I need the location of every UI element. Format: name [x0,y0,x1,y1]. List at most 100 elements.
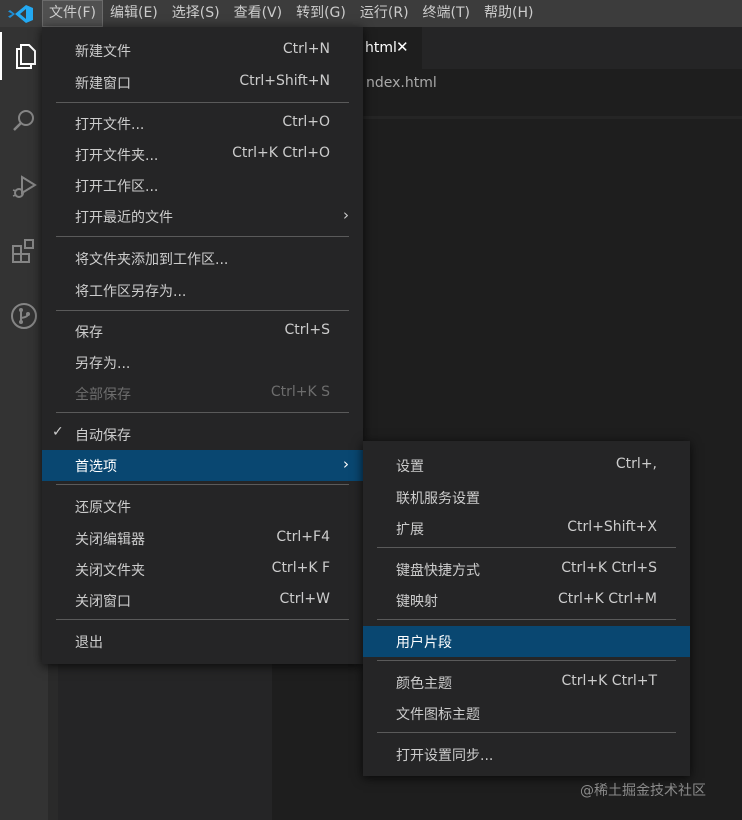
menu-item-label: 将文件夹添加到工作区... [75,252,229,268]
menu-item-open-recent[interactable]: 打开最近的文件 › [42,201,363,232]
menu-item-label: 自动保存 [75,428,131,444]
vscode-logo-icon [8,5,33,23]
menu-terminal[interactable]: 终端(T) [416,0,477,27]
close-icon[interactable]: ✕ [396,38,409,56]
breadcrumb-file[interactable]: ndex.html [366,75,437,91]
source-control-icon [11,303,37,329]
chevron-right-icon: › [343,206,349,224]
menu-item-label: 保存 [75,325,103,341]
menu-item-label: 关闭文件夹 [75,563,145,579]
menu-item-label: 设置 [396,459,424,475]
menu-item-label: 打开最近的文件 [75,210,173,226]
menu-item-shortcut: Ctrl+O [282,114,330,130]
source-control-button[interactable] [0,292,48,340]
menu-item-shortcut: Ctrl+W [279,591,330,607]
menu-item-settings-sync[interactable]: 打开设置同步... [363,739,690,770]
menu-go[interactable]: 转到(G) [289,0,353,27]
menu-item-exit[interactable]: 退出 [42,626,363,657]
menu-view[interactable]: 查看(V) [227,0,290,27]
menu-separator [377,619,676,620]
check-icon: ✓ [52,424,64,440]
menu-item-add-folder-to-workspace[interactable]: 将文件夹添加到工作区... [42,243,363,274]
menu-item-file-icon-theme[interactable]: 文件图标主题 [363,698,690,729]
menu-separator [377,732,676,733]
menu-item-label: 打开文件... [75,117,145,133]
menu-item-shortcut: Ctrl+K Ctrl+O [232,145,330,161]
menu-item-shortcut: Ctrl+F4 [276,529,330,545]
menu-item-keyboard-shortcuts[interactable]: 键盘快捷方式 Ctrl+K Ctrl+S [363,554,690,585]
menu-item-label: 联机服务设置 [396,491,480,507]
menu-item-label: 用户片段 [396,635,452,651]
menu-item-shortcut: Ctrl+K S [270,384,330,400]
menu-separator [56,484,349,485]
menu-item-label: 首选项 [75,459,117,475]
menu-item-settings[interactable]: 设置 Ctrl+, [363,450,690,481]
menu-item-extensions[interactable]: 扩展 Ctrl+Shift+X [363,513,690,544]
menu-item-label: 另存为... [75,356,131,372]
menu-separator [56,236,349,237]
search-icon [13,110,34,131]
menu-bar: 文件(F) 编辑(E) 选择(S) 查看(V) 转到(G) 运行(R) 终端(T… [0,0,742,27]
search-button[interactable] [0,97,48,145]
menu-item-label: 键盘快捷方式 [396,563,480,579]
files-icon [16,44,36,69]
preferences-submenu: 设置 Ctrl+, 联机服务设置 扩展 Ctrl+Shift+X 键盘快捷方式 … [363,441,690,776]
menu-item-shortcut: Ctrl+K Ctrl+T [561,673,657,689]
menu-item-shortcut: Ctrl+K Ctrl+S [561,560,657,576]
menu-item-shortcut: Ctrl+S [284,322,330,338]
extensions-button[interactable] [0,227,48,275]
menu-item-label: 将工作区另存为... [75,284,187,300]
menu-item-close-folder[interactable]: 关闭文件夹 Ctrl+K F [42,554,363,585]
menu-item-label: 颜色主题 [396,676,452,692]
menu-item-open-workspace[interactable]: 打开工作区... [42,170,363,201]
menu-run[interactable]: 运行(R) [353,0,416,27]
menu-item-shortcut: Ctrl+, [615,456,657,472]
menu-edit[interactable]: 编辑(E) [103,0,165,27]
menu-item-shortcut: Ctrl+K Ctrl+M [558,591,657,607]
menu-item-label: 关闭窗口 [75,594,131,610]
menu-separator [377,547,676,548]
menu-item-save-as[interactable]: 另存为... [42,347,363,378]
menu-separator [56,102,349,103]
menu-item-label: 全部保存 [75,387,131,403]
menu-item-label: 文件图标主题 [396,707,480,723]
menu-item-save-all: 全部保存 Ctrl+K S [42,378,363,409]
menu-item-shortcut: Ctrl+Shift+X [567,519,657,535]
menu-separator [56,619,349,620]
menu-item-keymaps[interactable]: 键映射 Ctrl+K Ctrl+M [363,585,690,616]
menu-item-open-file[interactable]: 打开文件... Ctrl+O [42,108,363,139]
menu-item-preferences[interactable]: 首选项 › [42,450,363,481]
watermark: @稀土掘金技术社区 [580,783,706,799]
menu-item-new-window[interactable]: 新建窗口 Ctrl+Shift+N [42,67,363,98]
menu-item-shortcut: Ctrl+K F [271,560,330,576]
menu-item-label: 打开工作区... [75,179,159,195]
menu-help[interactable]: 帮助(H) [477,0,540,27]
run-debug-button[interactable] [0,162,48,210]
menu-item-label: 键映射 [396,594,438,610]
menu-item-label: 新建文件 [75,44,131,60]
chevron-right-icon: › [343,455,349,473]
tab-label[interactable]: html [365,40,397,56]
menu-item-color-theme[interactable]: 颜色主题 Ctrl+K Ctrl+T [363,667,690,698]
menu-item-label: 还原文件 [75,500,131,516]
activity-bar [0,27,48,820]
menu-item-user-snippets[interactable]: 用户片段 [363,626,690,657]
menu-file[interactable]: 文件(F) [42,0,103,27]
menu-item-label: 打开文件夹... [75,148,159,164]
menu-item-label: 打开设置同步... [396,748,494,764]
menu-item-new-file[interactable]: 新建文件 Ctrl+N [42,35,363,66]
menu-separator [56,412,349,413]
menu-item-save-workspace-as[interactable]: 将工作区另存为... [42,275,363,306]
menu-item-shortcut: Ctrl+N [282,41,330,57]
menu-item-close-window[interactable]: 关闭窗口 Ctrl+W [42,585,363,616]
menu-item-open-folder[interactable]: 打开文件夹... Ctrl+K Ctrl+O [42,139,363,170]
menu-item-label: 扩展 [396,522,424,538]
menu-selection[interactable]: 选择(S) [165,0,227,27]
menu-item-close-editor[interactable]: 关闭编辑器 Ctrl+F4 [42,523,363,554]
menu-item-auto-save[interactable]: ✓ 自动保存 [42,419,363,450]
menu-item-online-services-settings[interactable]: 联机服务设置 [363,482,690,513]
menu-item-revert-file[interactable]: 还原文件 [42,491,363,522]
file-menu: 新建文件 Ctrl+N 新建窗口 Ctrl+Shift+N 打开文件... Ct… [42,27,363,664]
menu-item-label: 新建窗口 [75,76,131,92]
menu-item-save[interactable]: 保存 Ctrl+S [42,316,363,347]
